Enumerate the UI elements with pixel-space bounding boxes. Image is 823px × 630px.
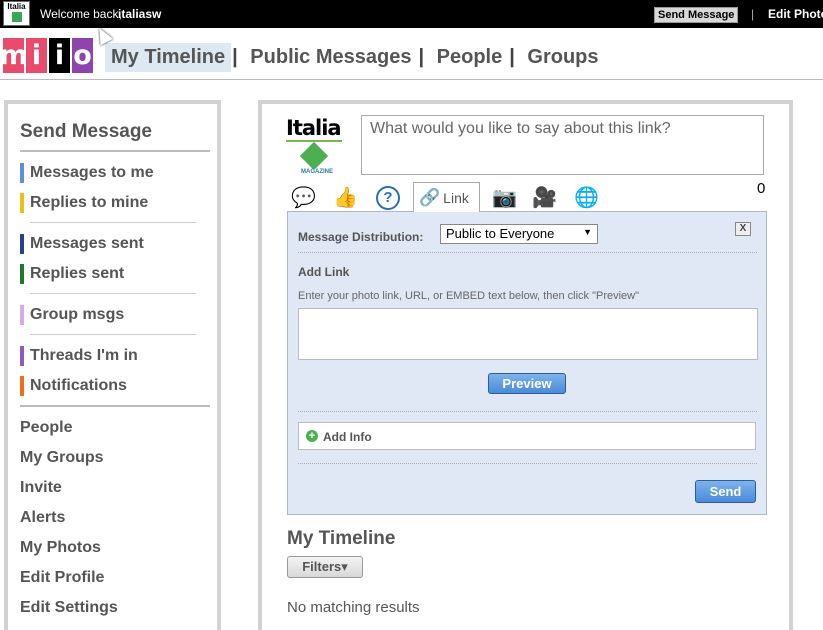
sidebar-item-label: Group msgs <box>30 306 125 323</box>
color-bar <box>20 193 24 213</box>
composer-tabs: 💬 👍 ? 🔗 Link 📷 🎥 🌐 <box>287 182 767 212</box>
link-panel: Message Distribution: Public to Everyone… <box>287 211 767 515</box>
header: m i i o My Timeline | Public Messages | Pe… <box>0 28 823 80</box>
color-bar <box>20 305 24 325</box>
video-camera-icon[interactable]: 🎥 <box>532 186 557 210</box>
link-input[interactable] <box>298 308 758 360</box>
divider <box>20 405 210 407</box>
edit-photo-link[interactable]: Edit Photo <box>768 7 823 21</box>
sidebar-item-label: Messages sent <box>30 235 144 252</box>
topbar-separator: | <box>751 7 755 21</box>
miio-logo[interactable]: m i i o <box>0 38 95 73</box>
welcome-text: Welcome back, <box>40 7 122 21</box>
sidebar-link-people[interactable]: People <box>20 418 72 438</box>
divider <box>298 463 757 464</box>
close-button[interactable]: X <box>735 222 751 236</box>
sidebar-item-replies-sent[interactable]: Replies sent <box>20 264 124 284</box>
username[interactable]: italiasw <box>118 7 161 21</box>
message-input[interactable]: What would you like to say about this li… <box>361 115 764 175</box>
timeline-title: My Timeline <box>287 528 396 549</box>
send-button[interactable]: Send <box>695 480 756 503</box>
camera-icon[interactable]: 📷 <box>492 186 517 210</box>
sidebar-item-replies-to-mine[interactable]: Replies to mine <box>20 193 148 213</box>
avatar-brand: Italia <box>286 116 342 140</box>
distribution-label: Message Distribution: <box>298 230 424 244</box>
link-icon: 🔗 <box>419 188 441 207</box>
color-bar <box>20 163 24 183</box>
main-nav: My Timeline | Public Messages | People | Gr… <box>105 43 605 72</box>
account-logo-text: Italia <box>7 2 26 11</box>
avatar-subtitle: MAGAZINE <box>301 169 333 175</box>
sidebar-item-label: Messages to me <box>30 164 154 181</box>
top-bar: Italia Welcome back, italiasw Send Messa… <box>0 0 823 28</box>
sidebar-item-label: Threads I'm in <box>30 347 138 364</box>
thumbs-up-icon[interactable]: 👍 <box>333 186 358 210</box>
sidebar-item-label: Notifications <box>30 377 127 394</box>
color-bar <box>20 234 24 254</box>
account-logo[interactable]: Italia <box>3 1 30 26</box>
sidebar-link-invite[interactable]: Invite <box>20 478 62 498</box>
add-info-button[interactable]: + Add Info <box>298 422 756 450</box>
distribution-select[interactable]: Public to Everyone ▼ <box>440 224 598 244</box>
link-hint: Enter your photo link, URL, or EMBED tex… <box>298 290 640 302</box>
question-icon[interactable]: ? <box>376 186 400 210</box>
logo-letter: i <box>26 38 47 73</box>
color-bar <box>20 346 24 366</box>
sidebar-item-group-msgs[interactable]: Group msgs <box>20 305 124 325</box>
cube-icon <box>299 141 329 171</box>
sidebar-link-my-photos[interactable]: My Photos <box>20 538 101 558</box>
divider <box>298 411 757 412</box>
globe-icon[interactable]: 🌐 <box>574 186 599 210</box>
logo-letter: i <box>49 38 70 73</box>
sidebar-item-threads[interactable]: Threads I'm in <box>20 346 138 366</box>
speech-bubble-icon[interactable]: 💬 <box>291 186 316 210</box>
divider <box>30 334 196 335</box>
sidebar-title[interactable]: Send Message <box>20 121 152 143</box>
chevron-down-icon: ▼ <box>583 227 592 237</box>
nav-separator: | <box>418 46 425 68</box>
sidebar-item-label: Replies to mine <box>30 194 149 211</box>
send-message-link[interactable]: Send Message <box>654 7 739 23</box>
divider <box>30 222 196 223</box>
cube-icon <box>11 12 22 22</box>
logo-letter: o <box>72 38 93 73</box>
sidebar-link-alerts[interactable]: Alerts <box>20 508 65 528</box>
filters-button[interactable]: Filters▾ <box>287 556 363 578</box>
sidebar-item-messages-to-me[interactable]: Messages to me <box>20 163 154 183</box>
nav-separator: | <box>509 46 515 68</box>
add-info-label: Add Info <box>323 430 372 444</box>
empty-state: No matching results <box>287 599 420 616</box>
sidebar-link-my-groups[interactable]: My Groups <box>20 448 104 468</box>
sidebar: Send Message Messages to me Replies to m… <box>4 100 221 630</box>
tab-public-messages[interactable]: Public Messages <box>244 43 417 72</box>
nav-separator: | <box>232 46 238 68</box>
divider <box>20 150 210 152</box>
sidebar-link-edit-profile[interactable]: Edit Profile <box>20 568 104 588</box>
tab-people[interactable]: People <box>431 43 509 72</box>
tab-link[interactable]: 🔗 Link <box>413 182 480 212</box>
avatar[interactable]: Italia MAGAZINE <box>286 117 344 175</box>
sidebar-item-label: Replies sent <box>30 265 125 282</box>
sidebar-link-edit-settings[interactable]: Edit Settings <box>20 598 118 618</box>
distribution-value: Public to Everyone <box>446 226 555 241</box>
divider <box>298 252 757 253</box>
sidebar-item-messages-sent[interactable]: Messages sent <box>20 234 144 254</box>
preview-button[interactable]: Preview <box>488 373 566 394</box>
tab-my-timeline[interactable]: My Timeline <box>105 43 232 72</box>
add-link-label: Add Link <box>298 265 350 279</box>
plus-icon: + <box>306 430 318 442</box>
sidebar-item-notifications[interactable]: Notifications <box>20 376 127 396</box>
color-bar <box>20 264 24 284</box>
divider <box>30 293 196 294</box>
tab-groups[interactable]: Groups <box>521 43 604 72</box>
tab-link-label: Link <box>443 190 469 206</box>
color-bar <box>20 376 24 396</box>
logo-letter: m <box>0 38 28 73</box>
main-content: Italia MAGAZINE What would you like to s… <box>258 100 793 630</box>
